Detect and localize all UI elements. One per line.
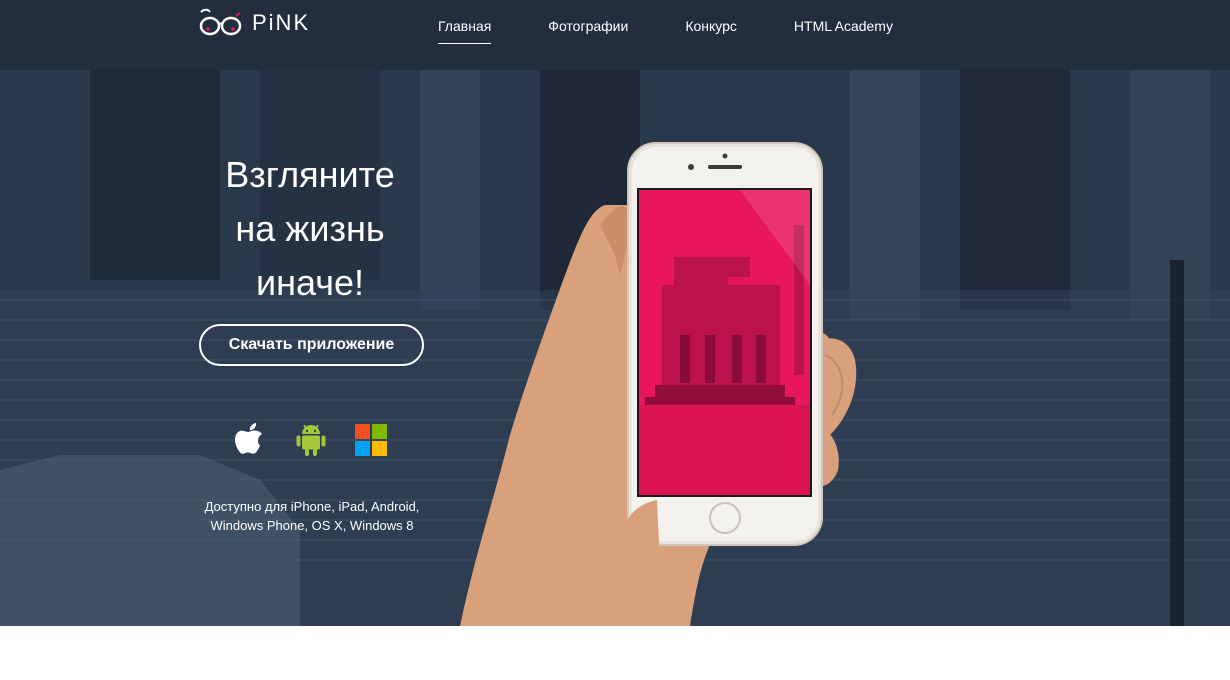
smartphone xyxy=(621,142,823,572)
availability-text: Доступно для iPhone, iPad, Android, Wind… xyxy=(190,497,434,535)
android-icon[interactable] xyxy=(294,420,328,460)
headline-line: на жизнь xyxy=(235,208,385,249)
hero-headline: Взгляните на жизнь иначе! xyxy=(200,148,420,310)
main-nav: Главная Фотографии Конкурс HTML Academy xyxy=(438,18,893,44)
phone-in-hand-image xyxy=(460,142,857,626)
availability-line: Доступно для iPhone, iPad, Android, xyxy=(204,499,420,514)
download-app-button[interactable]: Скачать приложение xyxy=(199,324,424,366)
apple-icon[interactable] xyxy=(232,420,270,460)
platform-icons xyxy=(232,420,392,460)
nav-item-home[interactable]: Главная xyxy=(438,18,492,44)
headline-line: иначе! xyxy=(256,262,364,303)
site-header: PiNK Главная Фотографии Конкурс HTML Aca… xyxy=(0,0,1230,70)
headline-line: Взгляните xyxy=(225,154,395,195)
logo[interactable]: PiNK xyxy=(198,8,310,38)
windows-icon[interactable] xyxy=(354,420,388,460)
hero-section: PiNK Главная Фотографии Конкурс HTML Aca… xyxy=(0,0,1230,626)
nav-item-contest[interactable]: Конкурс xyxy=(685,18,737,44)
availability-line: Windows Phone, OS X, Windows 8 xyxy=(210,518,414,533)
nav-item-html-academy[interactable]: HTML Academy xyxy=(794,18,893,44)
nav-item-photos[interactable]: Фотографии xyxy=(548,18,628,44)
glasses-logo-icon xyxy=(199,8,242,36)
logo-text: PiNK xyxy=(252,10,311,35)
